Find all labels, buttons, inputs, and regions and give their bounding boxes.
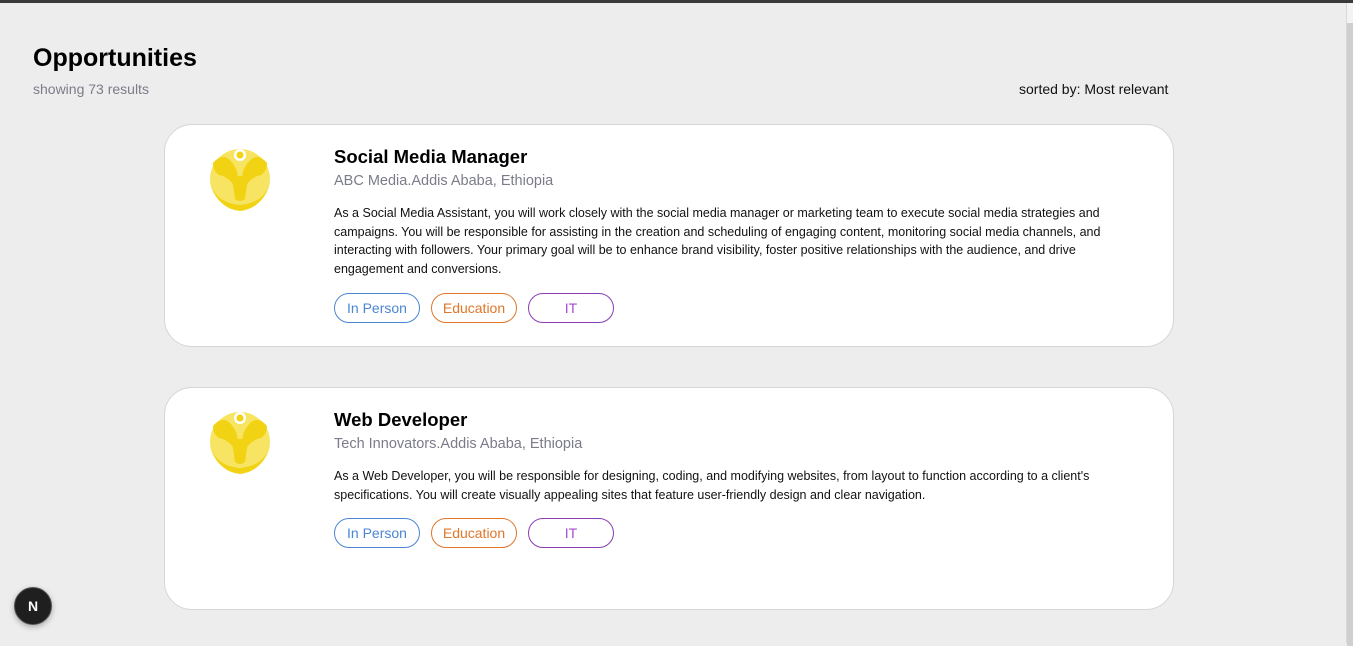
job-card[interactable]: Web Developer Tech Innovators.Addis Abab…: [164, 387, 1174, 610]
company-logo-icon: [210, 412, 270, 474]
tag-in-person[interactable]: In Person: [334, 293, 420, 323]
nextjs-icon[interactable]: N: [14, 587, 52, 625]
vertical-scrollbar[interactable]: [1346, 3, 1353, 646]
job-card[interactable]: Social Media Manager ABC Media.Addis Aba…: [164, 124, 1174, 347]
company-location: ABC Media.Addis Ababa, Ethiopia: [334, 173, 554, 189]
job-description: As a Social Media Assistant, you will wo…: [334, 206, 1101, 276]
tag-list: In Person Education IT: [334, 293, 614, 323]
job-description: As a Web Developer, you will be responsi…: [334, 469, 1090, 502]
company-logo-icon: [210, 149, 270, 211]
tag-it[interactable]: IT: [528, 518, 614, 548]
nextjs-badge-label: N: [27, 598, 39, 614]
tag-list: In Person Education IT: [334, 518, 614, 548]
company-location: Tech Innovators.Addis Ababa, Ethiopia: [334, 436, 583, 452]
tag-in-person[interactable]: In Person: [334, 518, 420, 548]
scrollbar-thumb[interactable]: [1347, 23, 1353, 646]
result-count: showing 73 results: [33, 81, 149, 97]
sort-dropdown[interactable]: sorted by: Most relevant: [1019, 81, 1168, 97]
tag-it[interactable]: IT: [528, 293, 614, 323]
page-title: Opportunities: [33, 44, 197, 72]
job-title[interactable]: Web Developer: [334, 409, 467, 431]
job-title[interactable]: Social Media Manager: [334, 146, 527, 168]
tag-education[interactable]: Education: [431, 293, 517, 323]
top-border: [0, 0, 1353, 3]
tag-education[interactable]: Education: [431, 518, 517, 548]
